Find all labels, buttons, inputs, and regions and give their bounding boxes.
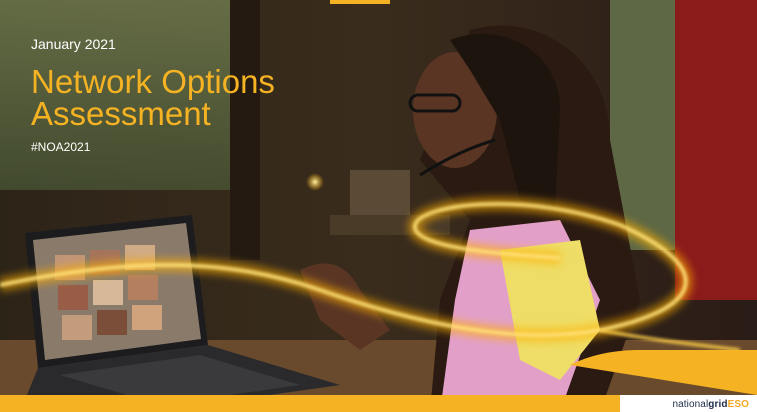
report-date: January 2021 [31,36,116,52]
cover-text: January 2021 Network Options Assessment … [31,36,275,154]
logo-part-grid: grid [708,399,728,410]
report-title: Network Options Assessment [31,63,275,132]
logo-part-national: national [672,399,709,410]
report-hashtag: #NOA2021 [31,140,91,154]
report-title-line1: Network Options [31,63,275,100]
report-cover: January 2021 Network Options Assessment … [0,0,757,412]
report-title-line2: Assessment [31,95,211,132]
national-grid-eso-logo: nationalgridESO [672,399,749,410]
logo-part-eso: ESO [727,399,749,410]
